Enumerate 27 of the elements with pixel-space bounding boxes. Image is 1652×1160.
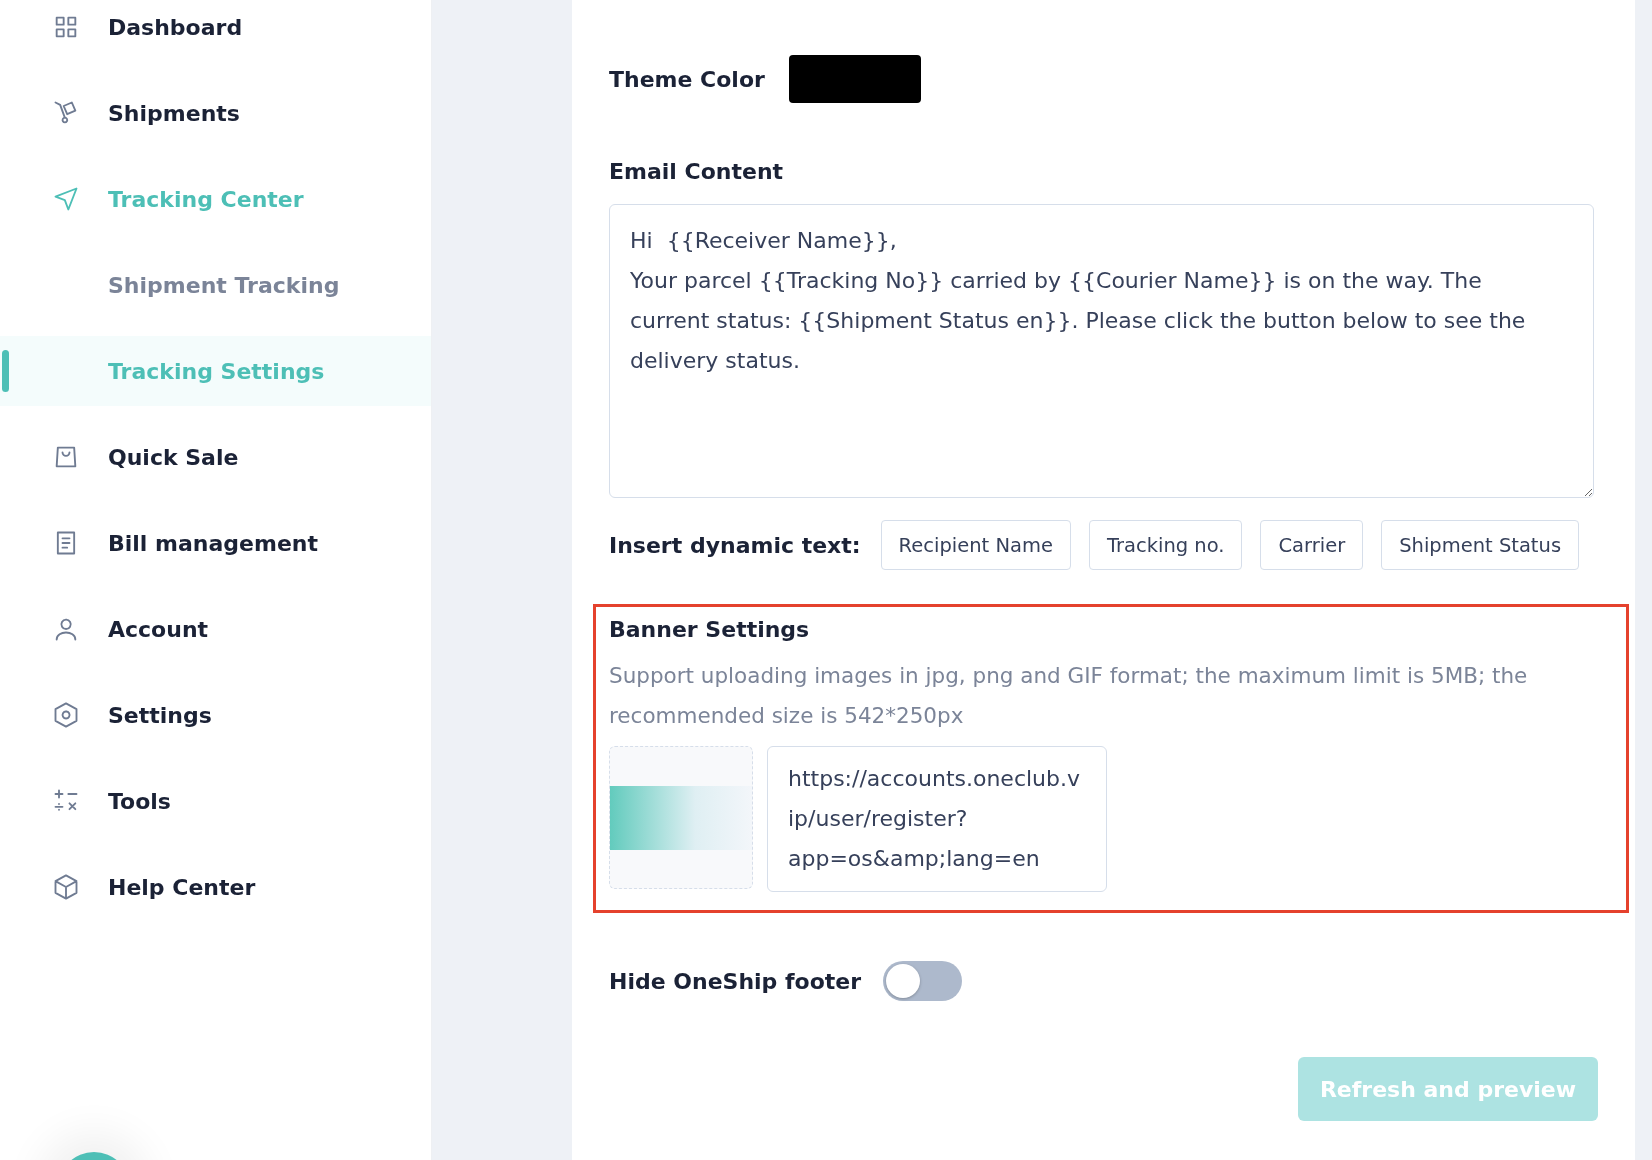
box-icon [52, 873, 80, 901]
sidebar-item[interactable]: Account [0, 586, 431, 672]
send-icon [52, 185, 80, 213]
sidebar-item[interactable]: Help Center [0, 844, 431, 930]
insert-text-button[interactable]: Recipient Name [880, 520, 1071, 570]
toggle-switch[interactable] [883, 961, 963, 1001]
insert-text-button[interactable]: Carrier [1260, 520, 1364, 570]
field-label: Insert dynamic text: [609, 532, 861, 558]
color-swatch[interactable] [788, 55, 921, 103]
email-content-field[interactable]: Hi {{Receiver Name}}, Your parcel {{Tracking No}} carried by {{Courier Name}} is on the way. The current status: {{Shipment Status en}}. Please click the button below to see the delivery status. [609, 204, 1594, 498]
section-title: Banner Settings [609, 617, 811, 642]
description-text: Support uploading images in jpg, png and GIF format; the maximum limit is 5MB; the recommended size is 542*250px [609, 662, 1529, 730]
settings-icon [52, 701, 80, 729]
sidebar-subitem[interactable]: Shipment Tracking [0, 242, 431, 328]
field-label: Email Content [609, 159, 785, 184]
insert-text-button[interactable]: Shipment Status [1381, 520, 1580, 570]
sidebar-item[interactable]: Quick Sale [0, 414, 431, 500]
sidebar-item[interactable]: Settings [0, 672, 431, 758]
field-label: Theme Color [609, 66, 765, 92]
sidebar-item[interactable]: Bill management [0, 500, 431, 586]
sidebar-item[interactable]: Shipments [0, 70, 431, 156]
sidebar-item[interactable]: Dashboard [0, 0, 431, 70]
field-label: Hide OneShip footer [609, 968, 862, 994]
insert-text-button[interactable]: Tracking no. [1088, 520, 1243, 570]
sidebar-item[interactable]: Tools [0, 758, 431, 844]
image-upload-box[interactable] [609, 746, 753, 889]
link-field[interactable]: https://accounts.oneclub.vip/user/register?app=os&amp;lang=en [767, 746, 1107, 892]
